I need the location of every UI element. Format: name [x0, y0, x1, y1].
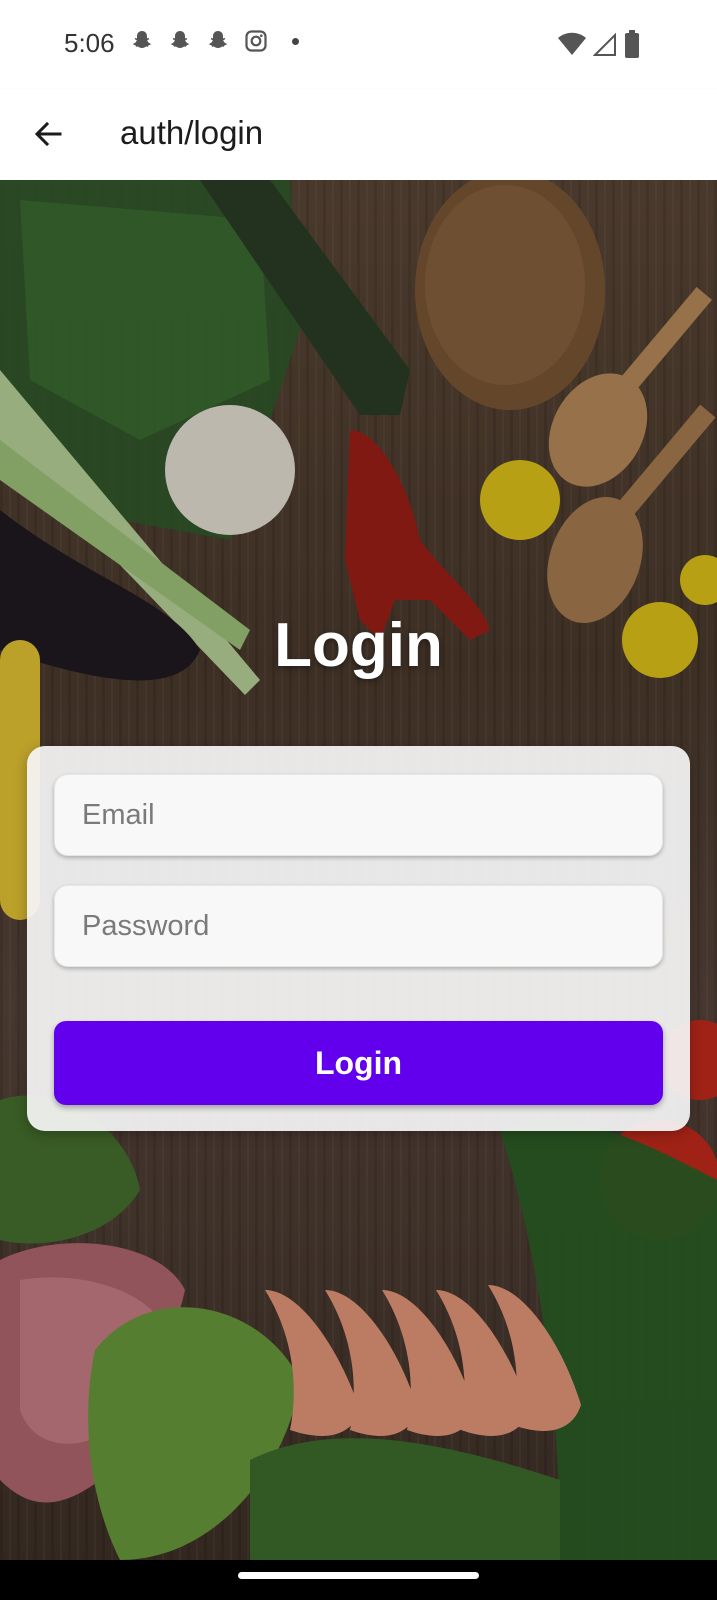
- snapchat-icon: [130, 28, 154, 54]
- home-gesture-handle[interactable]: [238, 1572, 479, 1579]
- status-time: 5:06: [64, 28, 115, 58]
- arrow-left-icon: [34, 121, 62, 147]
- email-input[interactable]: [55, 775, 662, 855]
- app-bar: auth/login: [0, 90, 717, 180]
- battery-icon: [623, 30, 641, 63]
- login-card: Login: [27, 746, 690, 1131]
- navigation-bar: [0, 1560, 717, 1600]
- page-title: auth/login: [120, 114, 264, 151]
- password-field: [54, 885, 663, 967]
- more-notifications-dot: [292, 37, 299, 45]
- wifi-icon: [557, 32, 587, 61]
- status-bar: 5:06: [0, 0, 717, 90]
- snapchat-icon: [206, 28, 230, 54]
- notification-icons: [130, 28, 299, 54]
- instagram-icon: [244, 28, 268, 54]
- password-input[interactable]: [55, 886, 662, 966]
- login-button[interactable]: Login: [54, 1021, 663, 1105]
- cell-signal-icon: [592, 32, 617, 61]
- snapchat-icon: [168, 28, 192, 54]
- login-heading: Login: [274, 611, 443, 680]
- email-field: [54, 774, 663, 856]
- back-button[interactable]: [26, 112, 70, 156]
- system-icons: [557, 30, 641, 63]
